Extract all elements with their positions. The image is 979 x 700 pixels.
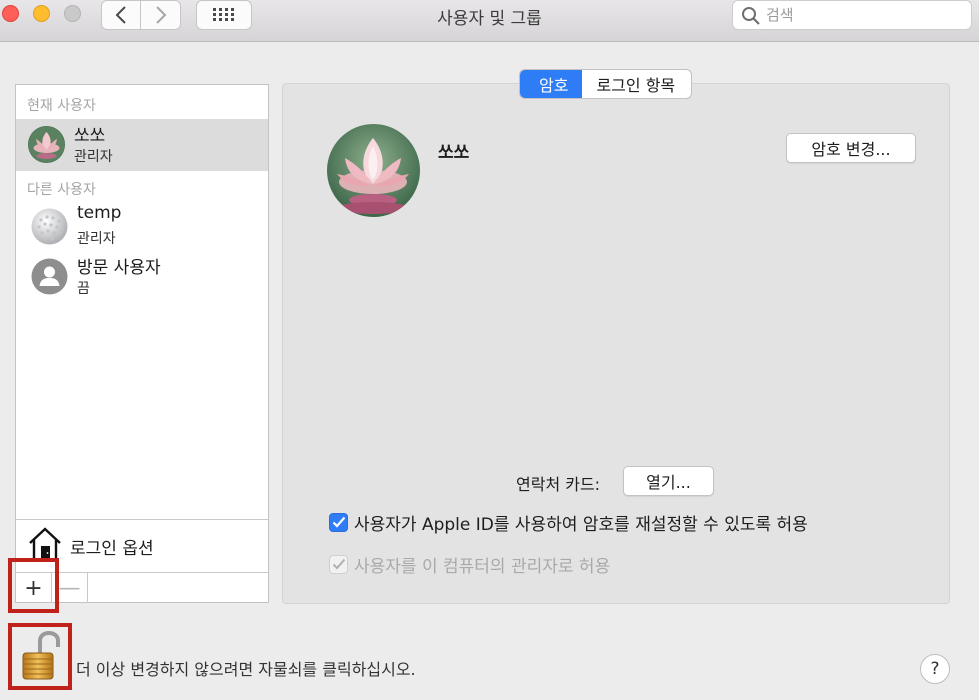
checkmark-icon [332, 516, 345, 528]
highlight-lock-button [8, 623, 72, 690]
users-sidebar: 현재 사용자 쏘쏘 관리자 다른 사용자 temp 관리자 방문 사용자 끔 로… [15, 84, 269, 603]
user-picture[interactable] [327, 124, 420, 217]
allow-apple-id-reset-row[interactable]: 사용자가 Apple ID를 사용하여 암호를 재설정할 수 있도록 허용 [329, 511, 808, 535]
lock-instruction-text: 더 이상 변경하지 않으려면 자물쇠를 클릭하십시오. [76, 660, 416, 679]
allow-admin-label: 사용자를 이 컴퓨터의 관리자로 허용 [354, 556, 611, 577]
golf-ball-avatar [31, 208, 68, 245]
user-role: 관리자 [74, 149, 113, 165]
contact-card-label: 연락처 카드: [516, 475, 601, 494]
user-name: 방문 사용자 [77, 258, 161, 278]
person-icon [31, 258, 68, 295]
allow-apple-id-reset-label: 사용자가 Apple ID를 사용하여 암호를 재설정할 수 있도록 허용 [354, 514, 808, 535]
user-row-guest[interactable]: 방문 사용자 끔 [16, 251, 268, 303]
other-users-label: 다른 사용자 [27, 182, 96, 198]
search-field[interactable] [732, 0, 972, 30]
help-button[interactable]: ? [920, 654, 950, 684]
login-options-label: 로그인 옵션 [70, 539, 154, 559]
search-input[interactable] [766, 5, 956, 25]
change-password-button[interactable]: 암호 변경... [786, 133, 916, 163]
user-full-name: 쏘쏘 [438, 143, 470, 163]
title-bar: 사용자 및 그룹 [0, 0, 979, 42]
tab-login-items[interactable]: 로그인 항목 [582, 70, 691, 98]
user-row-current[interactable]: 쏘쏘 관리자 [16, 119, 268, 171]
highlight-add-button [8, 558, 59, 613]
lotus-avatar [28, 126, 65, 163]
search-icon [742, 7, 760, 25]
allow-admin-row: 사용자를 이 컴퓨터의 관리자로 허용 [329, 553, 611, 577]
user-row-temp[interactable]: temp 관리자 [16, 201, 268, 253]
tab-password[interactable]: 암호 [520, 70, 583, 98]
user-name: 쏘쏘 [74, 126, 106, 146]
checkmark-icon [332, 558, 345, 570]
open-contact-card-button[interactable]: 열기... [623, 466, 714, 496]
allow-admin-checkbox [329, 554, 348, 574]
tab-bar: 암호 로그인 항목 [519, 69, 693, 99]
allow-apple-id-reset-checkbox[interactable] [329, 512, 348, 532]
user-role: 끔 [77, 281, 90, 297]
user-role: 관리자 [77, 231, 116, 247]
current-users-label: 현재 사용자 [27, 98, 96, 114]
user-name: temp [77, 203, 122, 223]
